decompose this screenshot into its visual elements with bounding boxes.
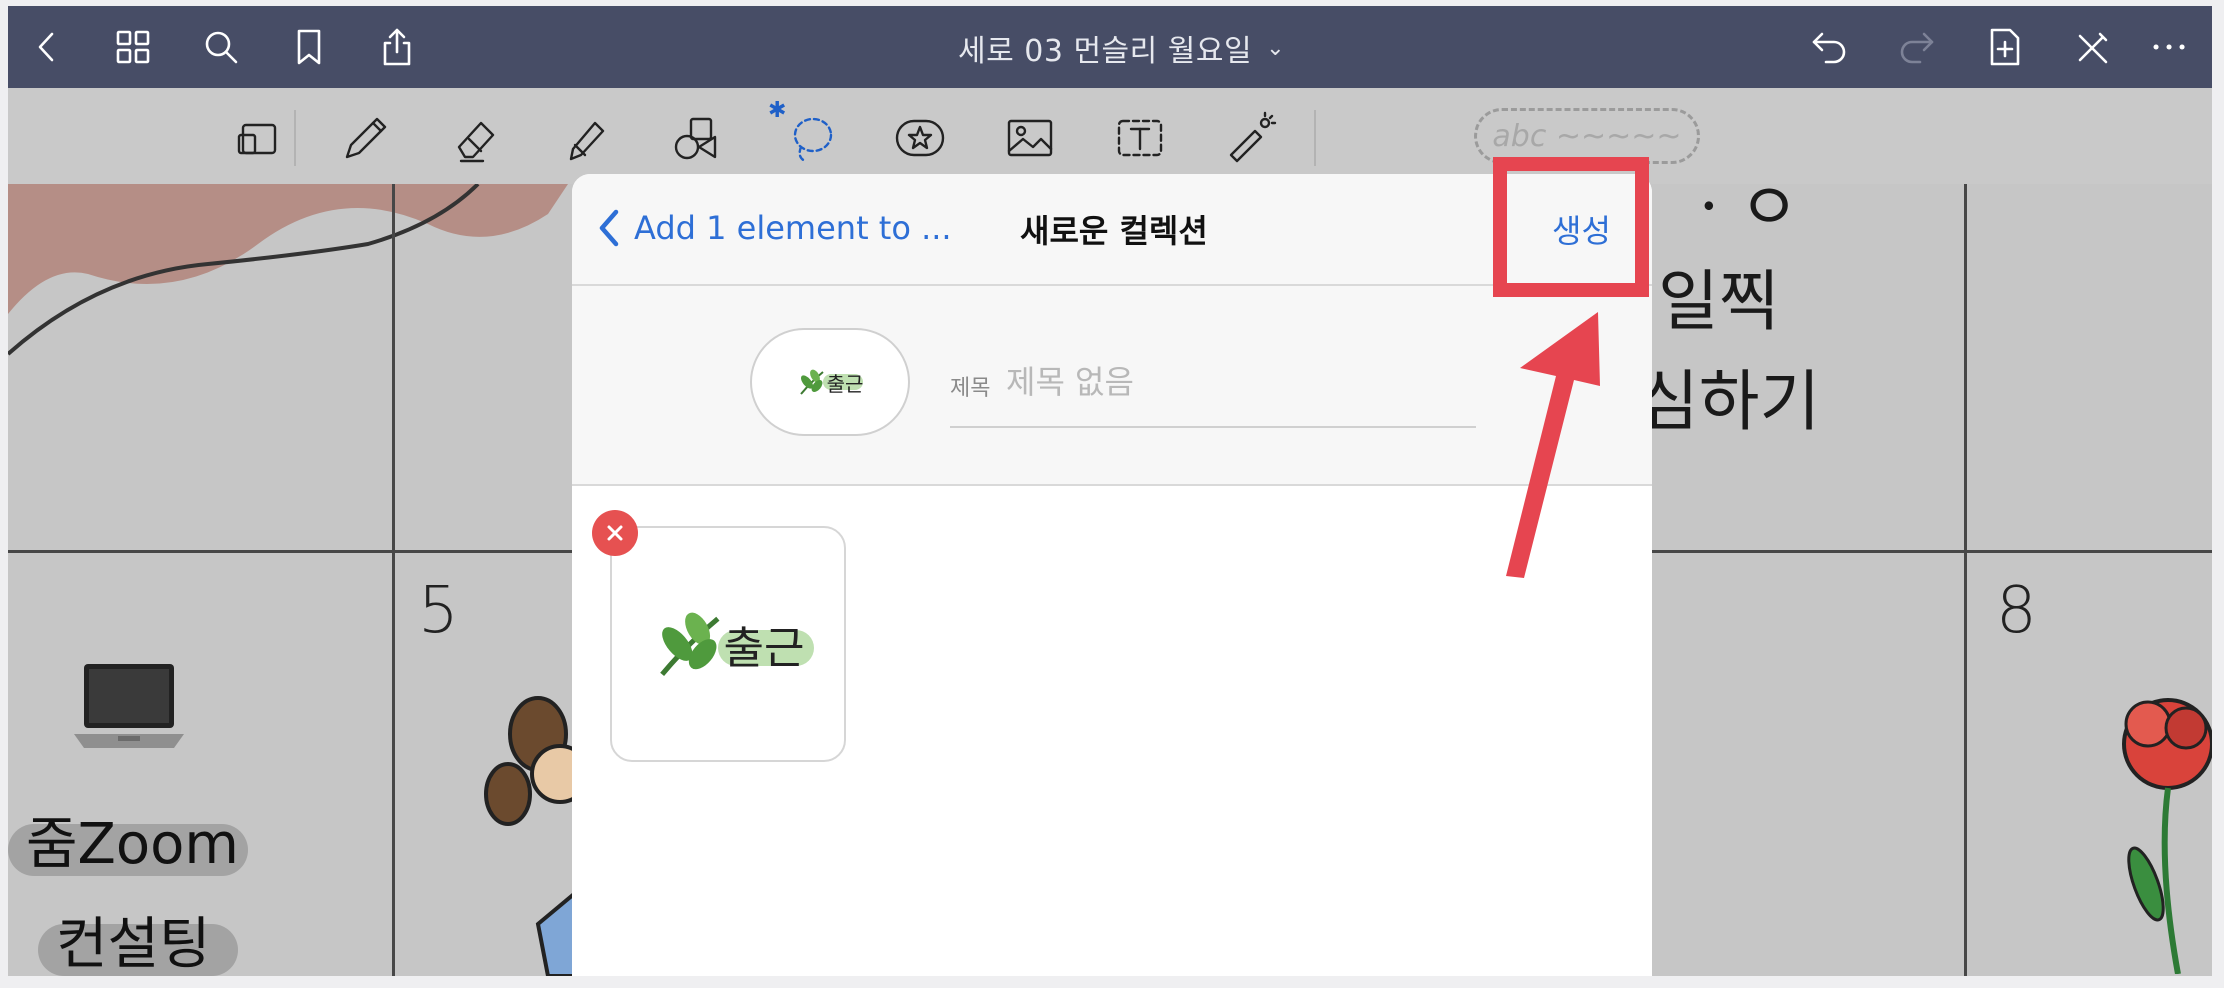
back-button[interactable]: Add 1 element to ...: [596, 208, 952, 248]
laser-pointer-icon[interactable]: [1218, 106, 1282, 170]
handwritten-note: 심하기: [1638, 363, 1821, 440]
back-icon[interactable]: [22, 22, 72, 72]
title-field-label: 제목: [950, 376, 991, 401]
title-underline: [950, 426, 1476, 428]
bookmark-icon[interactable]: [284, 22, 334, 72]
toolbar-divider: [294, 110, 296, 166]
collection-cover[interactable]: 출근: [750, 328, 910, 436]
grid-icon[interactable]: [108, 22, 158, 72]
text-icon[interactable]: [1108, 106, 1172, 170]
search-icon[interactable]: [196, 22, 246, 72]
highlight-box: [1493, 157, 1649, 297]
handwritten-note: ㆍㅇ: [1678, 184, 1800, 246]
title-input[interactable]: [1006, 360, 1476, 404]
element-sticker: 출근: [652, 606, 814, 682]
sheet-title: 새로운 컬렉션: [1020, 212, 1208, 250]
back-button-label: Add 1 element to ...: [634, 209, 952, 247]
lasso-icon[interactable]: [778, 106, 842, 170]
handwritten-note: 일찍: [1658, 263, 1780, 340]
decorative-wave: [8, 184, 568, 356]
drawing-toolbar: ✱ abc ~~~~~: [8, 88, 2212, 184]
zoom-note-line2: 컨설팅: [56, 912, 211, 976]
highlighter-icon[interactable]: [554, 106, 618, 170]
pen-icon[interactable]: [334, 106, 398, 170]
chevron-down-icon: ⌄: [1266, 35, 1286, 61]
share-icon[interactable]: [372, 22, 422, 72]
close-icon: [607, 525, 623, 541]
day-number: 5: [418, 574, 459, 648]
annotation-arrow-icon: [1506, 312, 1600, 578]
toolbar-divider: [1314, 110, 1316, 166]
document-title: 세로 03 먼슬리 월요일: [958, 34, 1253, 69]
image-icon[interactable]: [998, 106, 1062, 170]
pen-off-icon[interactable]: [2068, 22, 2118, 72]
tape-placeholder: abc ~~~~~: [1492, 118, 1682, 154]
more-icon[interactable]: [2144, 22, 2194, 72]
zoom-window-icon[interactable]: [226, 106, 290, 170]
top-navigation-bar: 세로 03 먼슬리 월요일 ⌄: [8, 6, 2212, 88]
element-text: 출근: [723, 623, 805, 674]
element-card[interactable]: 출근: [610, 526, 846, 762]
add-page-icon[interactable]: [1980, 22, 2030, 72]
eraser-icon[interactable]: [444, 106, 508, 170]
grid-line: [392, 184, 395, 976]
document-title-menu[interactable]: 세로 03 먼슬리 월요일 ⌄: [958, 26, 1285, 70]
redo-icon[interactable]: [1892, 22, 1942, 72]
day-number: 8: [1996, 574, 2037, 648]
undo-icon[interactable]: [1804, 22, 1854, 72]
elements-icon[interactable]: [888, 106, 952, 170]
shapes-icon[interactable]: [664, 106, 728, 170]
sheet-header: Add 1 element to ... 새로운 컬렉션 생성: [572, 174, 1652, 286]
cover-text: 출근: [826, 371, 864, 396]
tape-input[interactable]: abc ~~~~~: [1474, 108, 1700, 164]
leaf-icon: [659, 612, 720, 677]
carnation-illustration: [2122, 698, 2212, 974]
laptop-icon: [74, 664, 184, 748]
chevron-left-icon: [599, 209, 619, 247]
handwritten-note: 줌Zoom 컨설팅: [26, 810, 239, 976]
grid-line: [1964, 184, 1967, 976]
remove-element-button[interactable]: [592, 510, 638, 556]
zoom-note-line1: 줌Zoom: [26, 812, 239, 877]
cover-sticker: 출근: [797, 368, 864, 397]
